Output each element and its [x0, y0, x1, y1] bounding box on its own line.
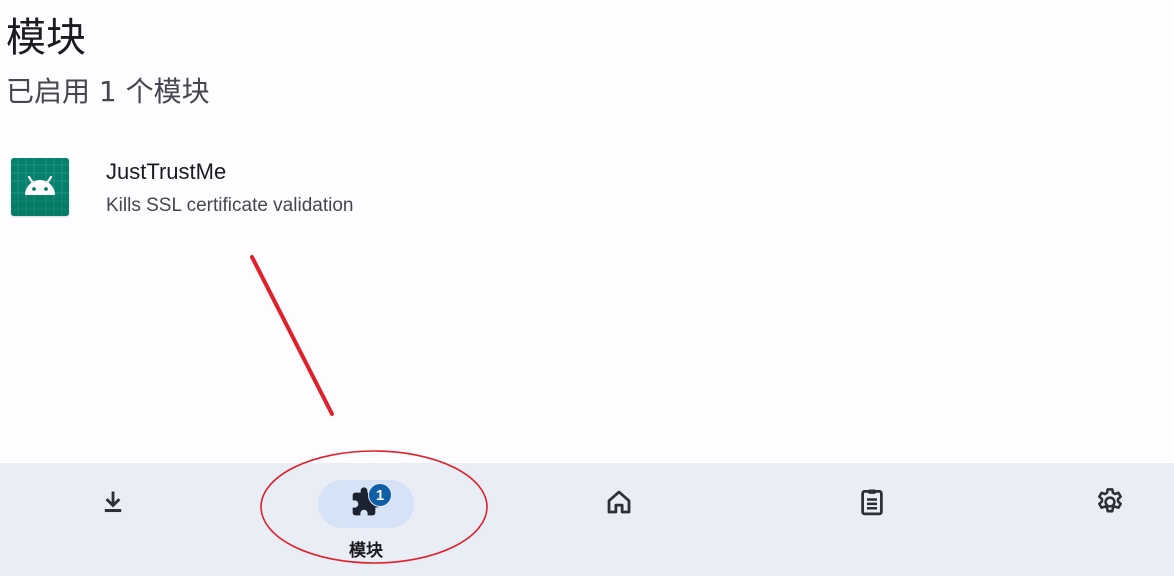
nav-item-settings[interactable] [1050, 463, 1170, 576]
nav-item-logs[interactable] [812, 463, 932, 576]
modules-count-badge: 1 [368, 483, 392, 507]
gear-icon [1094, 486, 1126, 522]
nav-item-home[interactable] [559, 463, 679, 576]
module-list-item-justtrustme[interactable]: JustTrustMe Kills SSL certificate valida… [0, 145, 1174, 231]
modules-page: 模块 已启用 1 个模块 JustTrustMe Kills SSL certi… [0, 0, 1174, 576]
module-description: Kills SSL certificate validation [106, 195, 354, 216]
nav-icon-container [65, 480, 161, 528]
module-name: JustTrustMe [106, 159, 227, 184]
enabled-count-text: 已启用 1 个模块 [6, 75, 210, 108]
active-indicator: 1 [318, 480, 414, 528]
clipboard-icon [857, 487, 887, 521]
download-icon [99, 488, 127, 520]
nav-icon-container [824, 480, 920, 528]
nav-item-modules[interactable]: 1 模块 [306, 463, 426, 576]
nav-label-modules: 模块 [349, 541, 383, 561]
android-icon [11, 158, 69, 216]
bottom-navigation-bar: 1 模块 [0, 463, 1174, 576]
nav-icon-container [1062, 480, 1158, 528]
page-title: 模块 [6, 15, 86, 61]
nav-item-repository[interactable] [53, 463, 173, 576]
home-icon [604, 487, 634, 521]
nav-icon-container [571, 480, 667, 528]
